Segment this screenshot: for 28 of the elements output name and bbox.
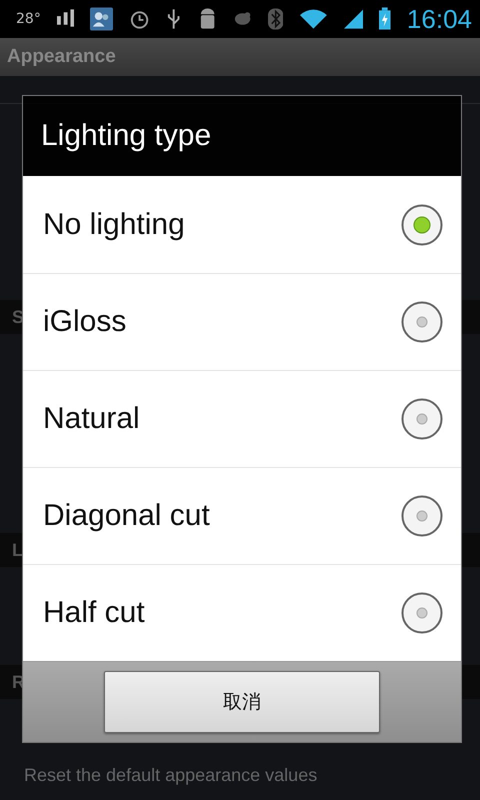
- screen-title: Appearance: [7, 46, 116, 68]
- section-header: L: [12, 540, 23, 560]
- option-label: iGloss: [43, 305, 126, 339]
- option-row[interactable]: Diagonal cut: [23, 467, 461, 564]
- option-label: Diagonal cut: [43, 499, 210, 533]
- option-label: No lighting: [43, 208, 185, 242]
- radio-button[interactable]: [401, 592, 443, 634]
- radio-button[interactable]: [401, 398, 443, 440]
- clock-time: 16:04: [406, 4, 472, 34]
- option-row[interactable]: Natural: [23, 370, 461, 467]
- cell-signal-icon: [344, 7, 364, 31]
- option-label: Half cut: [43, 596, 145, 630]
- bluetooth-icon: [268, 7, 284, 31]
- radio-button[interactable]: [401, 301, 443, 343]
- temperature: 28°: [16, 11, 41, 27]
- cancel-button[interactable]: 取消: [104, 671, 380, 733]
- option-label: Natural: [43, 402, 140, 436]
- radio-button[interactable]: [401, 495, 443, 537]
- option-row[interactable]: iGloss: [23, 273, 461, 370]
- option-row[interactable]: Half cut: [23, 564, 461, 661]
- option-row[interactable]: No lighting: [23, 176, 461, 273]
- battery-icon: [379, 7, 391, 31]
- usb-icon: [166, 7, 182, 31]
- dialog-title: Lighting type: [41, 119, 212, 153]
- wifi-icon: [299, 7, 328, 31]
- contacts-icon: [90, 7, 114, 31]
- setting-summary: Reset the default appearance values: [24, 765, 318, 786]
- radio-button[interactable]: [401, 204, 443, 246]
